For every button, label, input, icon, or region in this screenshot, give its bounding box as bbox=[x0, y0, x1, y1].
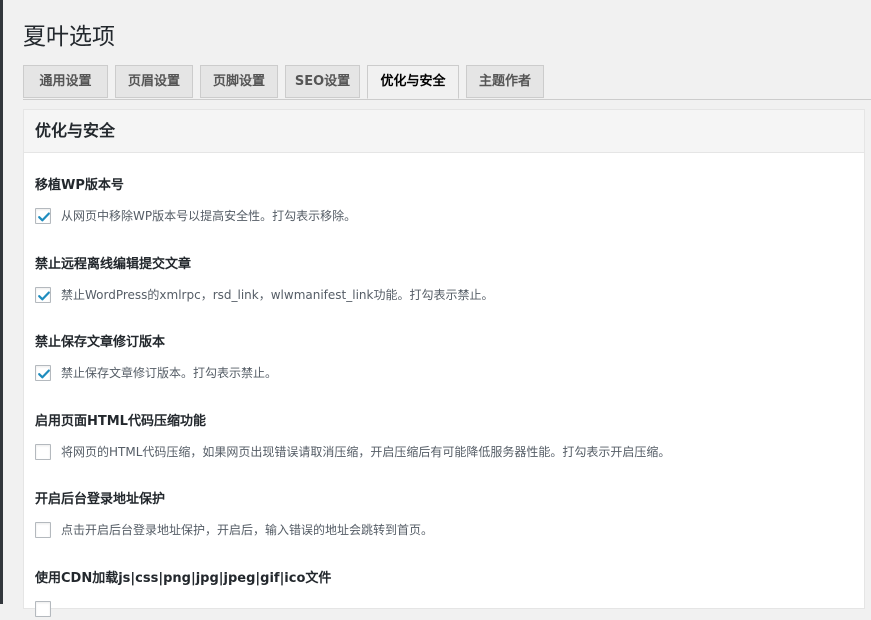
remove-version-checkbox[interactable] bbox=[35, 208, 51, 224]
panel-title: 优化与安全 bbox=[24, 110, 864, 153]
settings-panel: 优化与安全 移植WP版本号 从网页中移除WP版本号以提高安全性。打勾表示移除。 … bbox=[23, 109, 865, 617]
disable-xmlrpc-checkbox[interactable] bbox=[35, 287, 51, 303]
option-disable-revisions: 禁止保存文章修订版本 禁止保存文章修订版本。打勾表示禁止。 bbox=[35, 334, 277, 381]
cdn-checkbox[interactable] bbox=[35, 601, 51, 617]
option-row: 禁止保存文章修订版本。打勾表示禁止。 bbox=[35, 364, 855, 384]
option-title: 使用CDN加载js|css|png|jpg|jpeg|gif|ico文件 bbox=[35, 571, 332, 586]
checkmark-icon bbox=[38, 369, 50, 379]
option-html-compress: 启用页面HTML代码压缩功能 将网页的HTML代码压缩，如果网页出现错误请取消压… bbox=[35, 413, 670, 460]
tab-bar: 通用设置 页眉设置 页脚设置 SEO设置 优化与安全 主题作者 bbox=[23, 65, 871, 100]
tab-general[interactable]: 通用设置 bbox=[23, 65, 108, 98]
option-disable-xmlrpc: 禁止远程离线编辑提交文章 禁止WordPress的xmlrpc，rsd_link… bbox=[35, 256, 493, 303]
option-title: 开启后台登录地址保护 bbox=[35, 492, 166, 507]
tab-header[interactable]: 页眉设置 bbox=[115, 65, 193, 98]
tab-footer[interactable]: 页脚设置 bbox=[200, 65, 278, 98]
page-title: 夏叶选项 bbox=[23, 24, 115, 50]
option-row: 禁止WordPress的xmlrpc，rsd_link，wlwmanifest_… bbox=[35, 286, 855, 306]
option-title: 启用页面HTML代码压缩功能 bbox=[35, 414, 206, 429]
options-page: 夏叶选项 通用设置 页眉设置 页脚设置 SEO设置 优化与安全 主题作者 优化与… bbox=[23, 0, 871, 617]
option-title: 禁止远程离线编辑提交文章 bbox=[35, 257, 192, 272]
option-cdn: 使用CDN加载js|css|png|jpg|jpeg|gif|ico文件 bbox=[35, 570, 332, 617]
tab-seo[interactable]: SEO设置 bbox=[285, 65, 360, 98]
tab-theme-author[interactable]: 主题作者 bbox=[466, 65, 544, 98]
option-description: 禁止WordPress的xmlrpc，rsd_link，wlwmanifest_… bbox=[61, 288, 494, 302]
checkmark-icon bbox=[38, 212, 50, 222]
option-description: 将网页的HTML代码压缩，如果网页出现错误请取消压缩，开启压缩后有可能降低服务器… bbox=[61, 445, 671, 459]
tab-optimization-security[interactable]: 优化与安全 bbox=[367, 65, 459, 99]
option-row bbox=[35, 600, 855, 620]
option-description: 点击开启后台登录地址保护，开启后，输入错误的地址会跳转到首页。 bbox=[61, 523, 434, 537]
option-login-protect: 开启后台登录地址保护 点击开启后台登录地址保护，开启后，输入错误的地址会跳转到首… bbox=[35, 491, 433, 538]
checkmark-icon bbox=[38, 291, 50, 301]
option-description: 禁止保存文章修订版本。打勾表示禁止。 bbox=[61, 366, 278, 380]
option-title: 禁止保存文章修订版本 bbox=[35, 335, 166, 350]
option-row: 点击开启后台登录地址保护，开启后，输入错误的地址会跳转到首页。 bbox=[35, 521, 855, 541]
option-row: 将网页的HTML代码压缩，如果网页出现错误请取消压缩，开启压缩后有可能降低服务器… bbox=[35, 443, 855, 463]
admin-sidebar-edge bbox=[0, 0, 3, 604]
option-description: 从网页中移除WP版本号以提高安全性。打勾表示移除。 bbox=[61, 209, 357, 223]
disable-revisions-checkbox[interactable] bbox=[35, 365, 51, 381]
login-protect-checkbox[interactable] bbox=[35, 522, 51, 538]
option-title: 移植WP版本号 bbox=[35, 178, 124, 193]
html-compress-checkbox[interactable] bbox=[35, 444, 51, 460]
option-remove-wp-version: 移植WP版本号 从网页中移除WP版本号以提高安全性。打勾表示移除。 bbox=[35, 177, 356, 224]
option-row: 从网页中移除WP版本号以提高安全性。打勾表示移除。 bbox=[35, 207, 855, 227]
